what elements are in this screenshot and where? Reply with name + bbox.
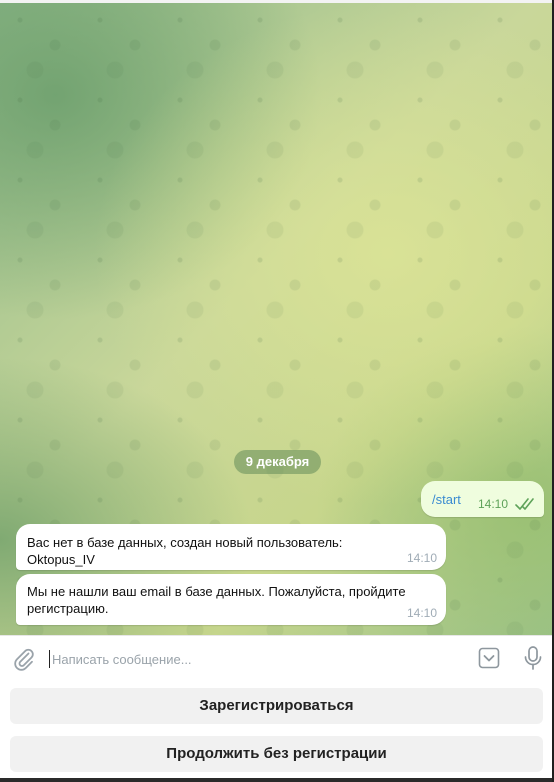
register-button[interactable]: Зарегистрироваться bbox=[10, 688, 543, 724]
keyboard-toggle-icon[interactable] bbox=[478, 647, 500, 669]
outgoing-message[interactable]: /start 14:10 bbox=[421, 481, 544, 517]
bottom-border bbox=[0, 778, 554, 782]
incoming-message[interactable]: Мы не нашли ваш email в базе данных. Пож… bbox=[16, 574, 446, 625]
microphone-icon[interactable] bbox=[522, 645, 544, 671]
continue-without-registration-button[interactable]: Продолжить без регистрации bbox=[10, 736, 543, 772]
message-text: Вас нет в базе данных, создан новый поль… bbox=[27, 535, 343, 567]
chat-area[interactable]: 9 декабря /start 14:10 Вас нет в базе да… bbox=[0, 0, 554, 635]
message-composer bbox=[0, 635, 554, 682]
command-link[interactable]: /start bbox=[432, 492, 461, 507]
message-time: 14:10 bbox=[406, 551, 437, 565]
top-strip bbox=[0, 0, 554, 3]
incoming-message[interactable]: Вас нет в базе данных, создан новый поль… bbox=[16, 524, 446, 570]
date-separator: 9 декабря bbox=[234, 450, 321, 474]
text-caret bbox=[49, 650, 50, 668]
message-text: Мы не нашли ваш email в базе данных. Пож… bbox=[27, 584, 406, 616]
message-input[interactable] bbox=[52, 644, 452, 674]
message-time: 14:10 bbox=[478, 497, 509, 511]
message-time: 14:10 bbox=[406, 606, 437, 620]
paperclip-icon[interactable] bbox=[12, 647, 36, 671]
double-check-icon bbox=[515, 498, 534, 510]
